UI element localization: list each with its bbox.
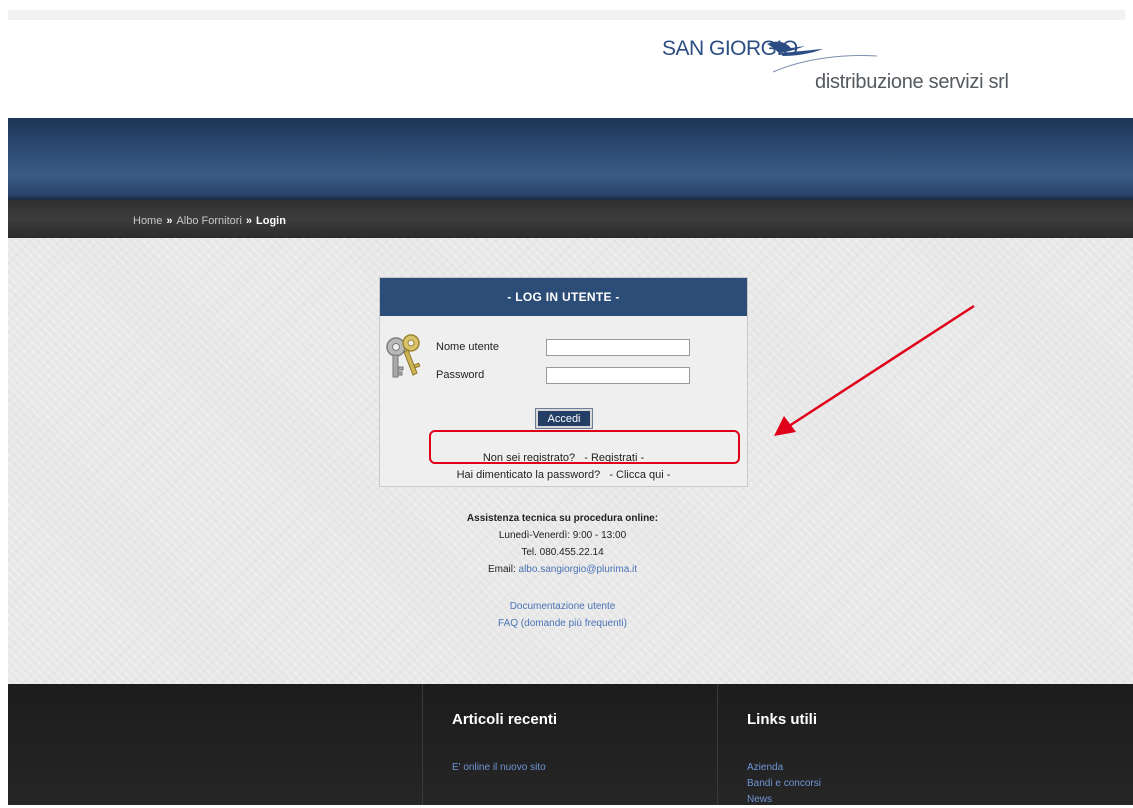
- assistance-info: Assistenza tecnica su procedura online: …: [379, 510, 746, 578]
- assistance-email-link[interactable]: albo.sangiorgio@plurima.it: [519, 564, 638, 575]
- keys-icon: [384, 333, 428, 388]
- link-bandi-e-concorsi[interactable]: Bandi e concorsi: [747, 776, 821, 792]
- useful-links-list: Azienda Bandi e concorsi News: [747, 760, 821, 808]
- login-title: - LOG IN UTENTE -: [380, 278, 747, 316]
- recent-articles-list: E' online il nuovo sito: [452, 760, 546, 776]
- useful-links-title: Links utili: [747, 711, 818, 728]
- user-docs-link[interactable]: Documentazione utente: [379, 598, 746, 615]
- assistance-email-line: Email: albo.sangiorgio@plurima.it: [379, 561, 746, 578]
- assistance-title: Assistenza tecnica su procedura online:: [466, 513, 659, 524]
- link-news[interactable]: News: [747, 792, 821, 808]
- link-azienda[interactable]: Azienda: [747, 760, 821, 776]
- breadcrumb-bar: Home» Albo Fornitori» Login: [8, 200, 1133, 238]
- recent-articles-title: Articoli recenti: [452, 711, 558, 728]
- faq-link[interactable]: FAQ (domande più frequenti): [379, 615, 746, 632]
- site-logo[interactable]: SAN GIORGIO distribuzione servizi srl: [0, 0, 1133, 118]
- forgot-password-link[interactable]: - Clicca qui -: [609, 469, 670, 481]
- username-label: Nome utente: [436, 341, 499, 353]
- docs-links: Documentazione utente FAQ (domande più f…: [379, 598, 746, 632]
- header-banner: [8, 118, 1133, 200]
- breadcrumb-home[interactable]: Home: [133, 215, 162, 227]
- red-arrow-icon: [770, 302, 980, 443]
- breadcrumb-separator: »: [245, 215, 253, 227]
- forgot-password-line: Hai dimenticato la password? - Clicca qu…: [380, 469, 747, 481]
- breadcrumb-albo-fornitori[interactable]: Albo Fornitori: [176, 215, 241, 227]
- password-input[interactable]: [546, 367, 690, 384]
- footer-useful-links: Links utili Azienda Bandi e concorsi New…: [717, 684, 1018, 805]
- breadcrumb: Home» Albo Fornitori» Login: [133, 215, 286, 227]
- breadcrumb-current: Login: [256, 215, 286, 227]
- email-label: Email:: [487, 564, 516, 575]
- login-button[interactable]: Accedi: [535, 408, 593, 429]
- footer: Articoli recenti E' online il nuovo sito…: [8, 684, 1133, 805]
- highlight-box: [429, 430, 740, 464]
- username-input[interactable]: [546, 339, 690, 356]
- assistance-hours: Lunedì-Venerdì: 9:00 - 13:00: [498, 530, 627, 541]
- logo-subtitle: distribuzione servizi srl: [815, 71, 1009, 93]
- forgot-password-text: Hai dimenticato la password?: [456, 469, 601, 481]
- footer-recent-articles: Articoli recenti E' online il nuovo sito: [422, 684, 718, 805]
- recent-article-link[interactable]: E' online il nuovo sito: [452, 760, 546, 776]
- assistance-phone: Tel. 080.455.22.14: [521, 547, 604, 558]
- breadcrumb-separator: »: [166, 215, 173, 227]
- password-label: Password: [436, 369, 485, 381]
